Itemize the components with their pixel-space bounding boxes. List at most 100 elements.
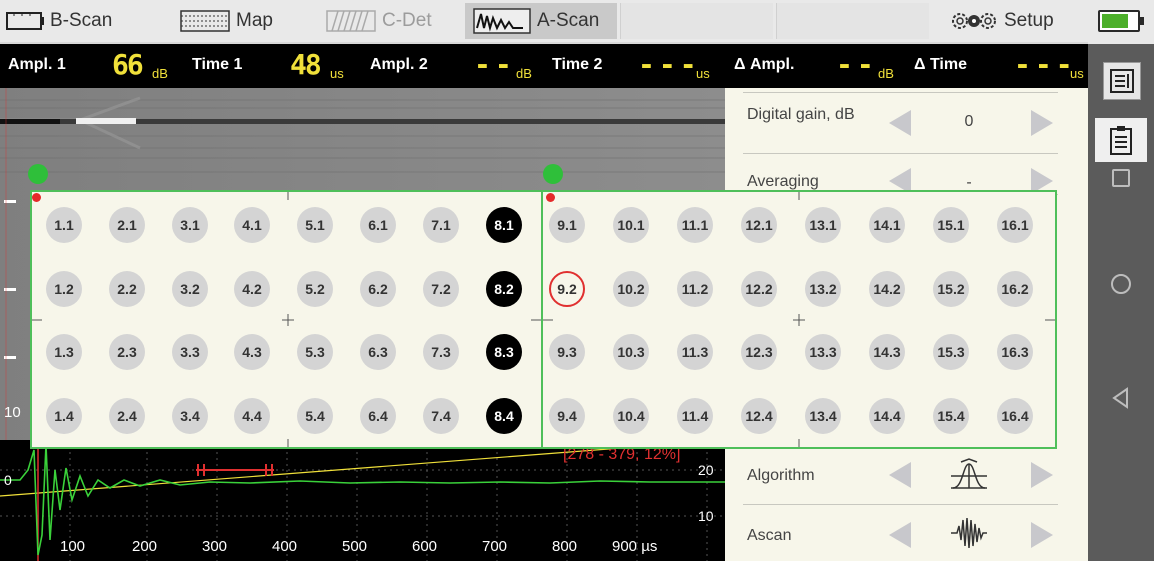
element-cell[interactable]: 1.2 — [46, 271, 82, 307]
element-cell[interactable]: 9.4 — [549, 398, 585, 434]
element-cell[interactable]: 16.2 — [997, 271, 1033, 307]
element-grid-right[interactable]: 9.1 10.1 11.1 12.1 13.1 14.1 15.1 16.1 9.2 10.2 11… — [541, 190, 1057, 449]
element-cell[interactable]: 13.2 — [805, 271, 841, 307]
increase-arrow-icon[interactable] — [1031, 522, 1053, 548]
element-cell[interactable]: 7.3 — [423, 334, 459, 370]
decrease-arrow-icon[interactable] — [889, 110, 911, 136]
x-tick: 900 µs — [612, 538, 658, 555]
decrease-arrow-icon[interactable] — [889, 462, 911, 488]
element-cell[interactable]: 15.2 — [933, 271, 969, 307]
element-cell[interactable]: 3.3 — [172, 334, 208, 370]
element-cell[interactable]: 9.2 — [549, 271, 585, 307]
element-cell[interactable]: 14.1 — [869, 207, 905, 243]
x-tick: 700 — [482, 538, 508, 555]
element-cell[interactable]: 5.2 — [297, 271, 333, 307]
element-cell[interactable]: 8.2 — [486, 271, 522, 307]
element-cell[interactable]: 2.2 — [109, 271, 145, 307]
tab-ascan[interactable]: A-Scan — [465, 3, 617, 39]
element-cell[interactable]: 12.2 — [741, 271, 777, 307]
element-cell[interactable]: 11.1 — [677, 207, 713, 243]
element-cell[interactable]: 15.1 — [933, 207, 969, 243]
increase-arrow-icon[interactable] — [1031, 110, 1053, 136]
element-cell[interactable]: 9.3 — [549, 334, 585, 370]
element-cell[interactable]: 2.1 — [109, 207, 145, 243]
back-button[interactable] — [1103, 380, 1139, 416]
x-tick: 400 — [272, 538, 298, 555]
element-cell[interactable]: 3.2 — [172, 271, 208, 307]
element-cell[interactable]: 15.3 — [933, 334, 969, 370]
decrease-arrow-icon[interactable] — [889, 522, 911, 548]
side-nav — [1088, 44, 1154, 561]
tab-label: Setup — [1004, 10, 1054, 31]
element-cell[interactable]: 4.1 — [234, 207, 270, 243]
increase-arrow-icon[interactable] — [1031, 462, 1053, 488]
element-cell[interactable]: 1.3 — [46, 334, 82, 370]
zero-label: 0 — [4, 472, 12, 488]
y-tick: 20 — [698, 462, 714, 478]
digital-gain-row: Digital gain, dB 0 — [743, 92, 1058, 154]
tab-setup[interactable]: Setup — [950, 3, 1080, 39]
element-cell[interactable]: 14.4 — [869, 398, 905, 434]
element-cell[interactable]: 4.2 — [234, 271, 270, 307]
element-cell[interactable]: 3.1 — [172, 207, 208, 243]
element-cell[interactable]: 16.1 — [997, 207, 1033, 243]
grid-origin-left — [32, 193, 41, 202]
element-cell[interactable]: 10.4 — [613, 398, 649, 434]
element-cell[interactable]: 5.3 — [297, 334, 333, 370]
element-cell[interactable]: 6.2 — [360, 271, 396, 307]
element-cell[interactable]: 6.1 — [360, 207, 396, 243]
element-cell[interactable]: 16.4 — [997, 398, 1033, 434]
element-cell[interactable]: 13.3 — [805, 334, 841, 370]
element-grid-left[interactable]: 1.1 2.1 3.1 4.1 5.1 6.1 7.1 8.1 1.2 2.2 3.2 4.2 5.2 6… — [30, 190, 543, 449]
element-cell[interactable]: 10.2 — [613, 271, 649, 307]
element-cell[interactable]: 9.1 — [549, 207, 585, 243]
element-cell[interactable]: 16.3 — [997, 334, 1033, 370]
element-cell[interactable]: 7.1 — [423, 207, 459, 243]
waveform-icon — [949, 516, 989, 555]
element-cell[interactable]: 12.4 — [741, 398, 777, 434]
list-icon — [1110, 69, 1134, 93]
list-view-button[interactable] — [1103, 62, 1141, 100]
element-cell[interactable]: 11.3 — [677, 334, 713, 370]
element-cell[interactable]: 12.3 — [741, 334, 777, 370]
element-cell[interactable]: 11.2 — [677, 271, 713, 307]
clipboard-button[interactable] — [1095, 118, 1147, 162]
element-cell[interactable]: 1.4 — [46, 398, 82, 434]
element-cell[interactable]: 1.1 — [46, 207, 82, 243]
grid-origin-right — [546, 193, 555, 202]
recents-button[interactable] — [1103, 160, 1139, 196]
element-cell[interactable]: 7.4 — [423, 398, 459, 434]
tab-cdet[interactable]: C-Det — [326, 3, 456, 39]
element-cell[interactable]: 4.4 — [234, 398, 270, 434]
map-grid-icon — [180, 10, 230, 32]
element-cell[interactable]: 11.4 — [677, 398, 713, 434]
grid-guides — [32, 192, 541, 447]
element-cell[interactable]: 6.3 — [360, 334, 396, 370]
home-button[interactable] — [1103, 266, 1139, 302]
element-cell[interactable]: 10.3 — [613, 334, 649, 370]
element-cell[interactable]: 6.4 — [360, 398, 396, 434]
element-cell[interactable]: 15.4 — [933, 398, 969, 434]
battery-icon — [1098, 10, 1144, 32]
element-cell[interactable]: 2.3 — [109, 334, 145, 370]
element-cell[interactable]: 7.2 — [423, 271, 459, 307]
element-cell[interactable]: 5.1 — [297, 207, 333, 243]
element-cell[interactable]: 14.2 — [869, 271, 905, 307]
element-cell[interactable]: 5.4 — [297, 398, 333, 434]
x-tick: 500 — [342, 538, 368, 555]
averaging-row: Averaging - — [743, 154, 1058, 195]
tab-bscan[interactable]: B-Scan — [6, 3, 144, 39]
element-cell[interactable]: 14.3 — [869, 334, 905, 370]
tab-map[interactable]: Map — [180, 3, 290, 39]
element-cell[interactable]: 13.1 — [805, 207, 841, 243]
element-cell[interactable]: 8.4 — [486, 398, 522, 434]
element-cell[interactable]: 3.4 — [172, 398, 208, 434]
element-cell[interactable]: 8.3 — [486, 334, 522, 370]
averaging-label: Averaging — [747, 173, 819, 190]
element-cell[interactable]: 10.1 — [613, 207, 649, 243]
element-cell[interactable]: 8.1 — [486, 207, 522, 243]
element-cell[interactable]: 12.1 — [741, 207, 777, 243]
element-cell[interactable]: 13.4 — [805, 398, 841, 434]
element-cell[interactable]: 2.4 — [109, 398, 145, 434]
element-cell[interactable]: 4.3 — [234, 334, 270, 370]
